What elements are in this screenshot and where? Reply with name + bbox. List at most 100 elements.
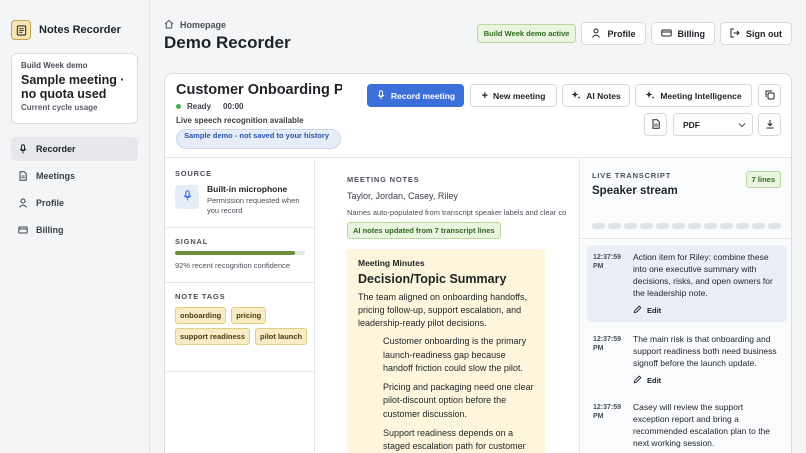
sidebar-nav: Recorder Meetings Profile Billing	[11, 137, 138, 245]
breadcrumb[interactable]: Homepage	[164, 19, 226, 31]
meeting-notes-column: MEETING NOTES Taylor, Jordan, Casey, Ril…	[316, 159, 578, 453]
tag-pricing[interactable]: pricing	[231, 307, 267, 324]
transcript-title: Speaker stream	[592, 185, 678, 197]
waveform-bar	[720, 223, 733, 229]
record-meeting-label: Record meeting	[390, 90, 456, 101]
minutes-title: Meeting Minutes	[358, 258, 425, 268]
sidebar-item-billing[interactable]: Billing	[11, 218, 138, 242]
plan-title: Sample meeting · no quota used	[21, 73, 125, 101]
transcript-entry[interactable]: 12:37:59 PM Action item for Riley: combi…	[587, 245, 787, 322]
billing-button[interactable]: Billing	[650, 22, 715, 45]
timer: 00:00	[223, 102, 244, 111]
demo-note: Sample demo - not saved to your history	[176, 129, 341, 149]
copy-button[interactable]	[758, 84, 781, 107]
sparkle-icon	[571, 90, 581, 102]
waveform-bar	[640, 223, 653, 229]
new-meeting-button[interactable]: + New meeting	[470, 84, 557, 107]
note-tags-heading: NOTE TAGS	[175, 292, 226, 301]
sidebar-item-meetings[interactable]: Meetings	[11, 164, 138, 188]
lines-count-badge: 7 lines	[745, 171, 781, 188]
download-icon	[765, 116, 775, 134]
card-icon	[660, 28, 672, 40]
transcript-entry[interactable]: 12:37:59 PM Casey will review the suppor…	[587, 395, 787, 453]
entry-text: The main risk is that onboarding and sup…	[633, 334, 777, 368]
edit-button[interactable]: Edit	[633, 305, 781, 316]
divider	[165, 282, 315, 283]
signal-heading: SIGNAL	[175, 237, 209, 246]
export-format-select[interactable]: PDF	[673, 113, 753, 136]
tag-support-readiness[interactable]: support readiness	[175, 328, 251, 345]
signal-confidence: 92% recent recognition confidence	[175, 261, 291, 270]
sidebar-item-label: Billing	[36, 225, 64, 235]
user-icon	[591, 28, 601, 40]
meeting-title[interactable]: Customer Onboarding Pilot	[176, 82, 342, 98]
sidebar: Notes Recorder Build Week demo Sample me…	[0, 0, 150, 453]
status-dot-icon	[176, 104, 181, 109]
divider	[165, 371, 315, 372]
summary-heading: Decision/Topic Summary	[358, 272, 507, 286]
meeting-intelligence-label: Meeting Intelligence	[660, 90, 742, 101]
summary-text: The team aligned on onboarding handoffs,…	[358, 292, 527, 328]
waveform-bar	[704, 223, 717, 229]
header-actions: Build Week demo active Profile Billing S…	[476, 22, 792, 45]
recorder-panel: Customer Onboarding Pilot Ready 00:00 Li…	[164, 73, 792, 453]
edit-label: Edit	[647, 376, 662, 385]
minutes-bullet: Customer onboarding is the primary launc…	[383, 336, 527, 374]
recorder-toolbar: Customer Onboarding Pilot Ready 00:00 Li…	[165, 74, 791, 158]
entry-time: 12:37:59 PM	[593, 404, 622, 420]
pencil-icon	[633, 305, 642, 316]
waveform-bar	[592, 223, 605, 229]
profile-button[interactable]: Profile	[581, 22, 646, 45]
participants[interactable]: Taylor, Jordan, Casey, Riley	[347, 191, 458, 201]
recorder-settings-column: SOURCE Built-in microphone Permission re…	[165, 159, 315, 453]
waveform-bar	[736, 223, 749, 229]
note-tags: onboarding pricing support readiness pil…	[175, 307, 310, 345]
microphone-icon-box	[175, 185, 199, 209]
signal-bar-fill	[175, 251, 295, 255]
sign-out-icon	[730, 28, 740, 40]
meeting-minutes[interactable]: Meeting Minutes Decision/Topic Summary T…	[347, 249, 545, 453]
record-meeting-button[interactable]: Record meeting	[367, 84, 464, 107]
plus-icon: +	[481, 89, 488, 102]
sign-out-button[interactable]: Sign out	[720, 22, 792, 45]
signal-bar	[175, 251, 305, 255]
card-icon	[18, 225, 28, 235]
tag-pilot-launch[interactable]: pilot launch	[255, 328, 308, 345]
recorder-status: Ready 00:00	[176, 102, 243, 111]
document-icon	[651, 116, 661, 134]
divider	[580, 238, 791, 239]
waveform-bar	[768, 223, 781, 229]
live-transcript-column: LIVE TRANSCRIPT Speaker stream 7 lines 1…	[579, 159, 791, 453]
plan-label: Build Week demo	[21, 61, 88, 70]
waveform-bar	[656, 223, 669, 229]
waveform-bar	[608, 223, 621, 229]
ai-notes-label: AI Notes	[586, 90, 621, 101]
sidebar-item-recorder[interactable]: Recorder	[11, 137, 138, 161]
source-title: Built-in microphone	[207, 184, 288, 194]
edit-button[interactable]: Edit	[633, 375, 781, 386]
brand[interactable]: Notes Recorder	[11, 20, 121, 40]
meeting-intelligence-button[interactable]: Meeting Intelligence	[635, 84, 752, 107]
export-format-value: PDF	[683, 119, 700, 130]
meeting-notes-heading: MEETING NOTES	[347, 175, 420, 184]
sidebar-item-label: Recorder	[36, 144, 76, 154]
transcript-entry[interactable]: 12:37:59 PM The main risk is that onboar…	[587, 327, 787, 392]
sidebar-item-profile[interactable]: Profile	[11, 191, 138, 215]
download-button[interactable]	[758, 113, 781, 136]
plan-card: Build Week demo Sample meeting · no quot…	[11, 53, 138, 124]
notes-logo-icon	[11, 20, 31, 40]
mic-icon	[18, 144, 28, 154]
breadcrumb-homepage[interactable]: Homepage	[180, 20, 226, 30]
chevron-down-icon	[738, 120, 746, 130]
sidebar-item-label: Profile	[36, 198, 65, 208]
sign-out-button-label: Sign out	[746, 28, 782, 39]
entry-text: Action item for Riley: combine these int…	[633, 252, 773, 298]
pencil-icon	[633, 375, 642, 386]
tag-onboarding[interactable]: onboarding	[175, 307, 227, 324]
waveform-bar	[672, 223, 685, 229]
sidebar-item-label: Meetings	[36, 171, 76, 181]
copy-icon	[765, 87, 775, 105]
ai-notes-button[interactable]: AI Notes	[562, 84, 630, 107]
source-subtitle: Permission requested when you record	[207, 196, 300, 215]
export-doc-button[interactable]	[644, 113, 667, 136]
